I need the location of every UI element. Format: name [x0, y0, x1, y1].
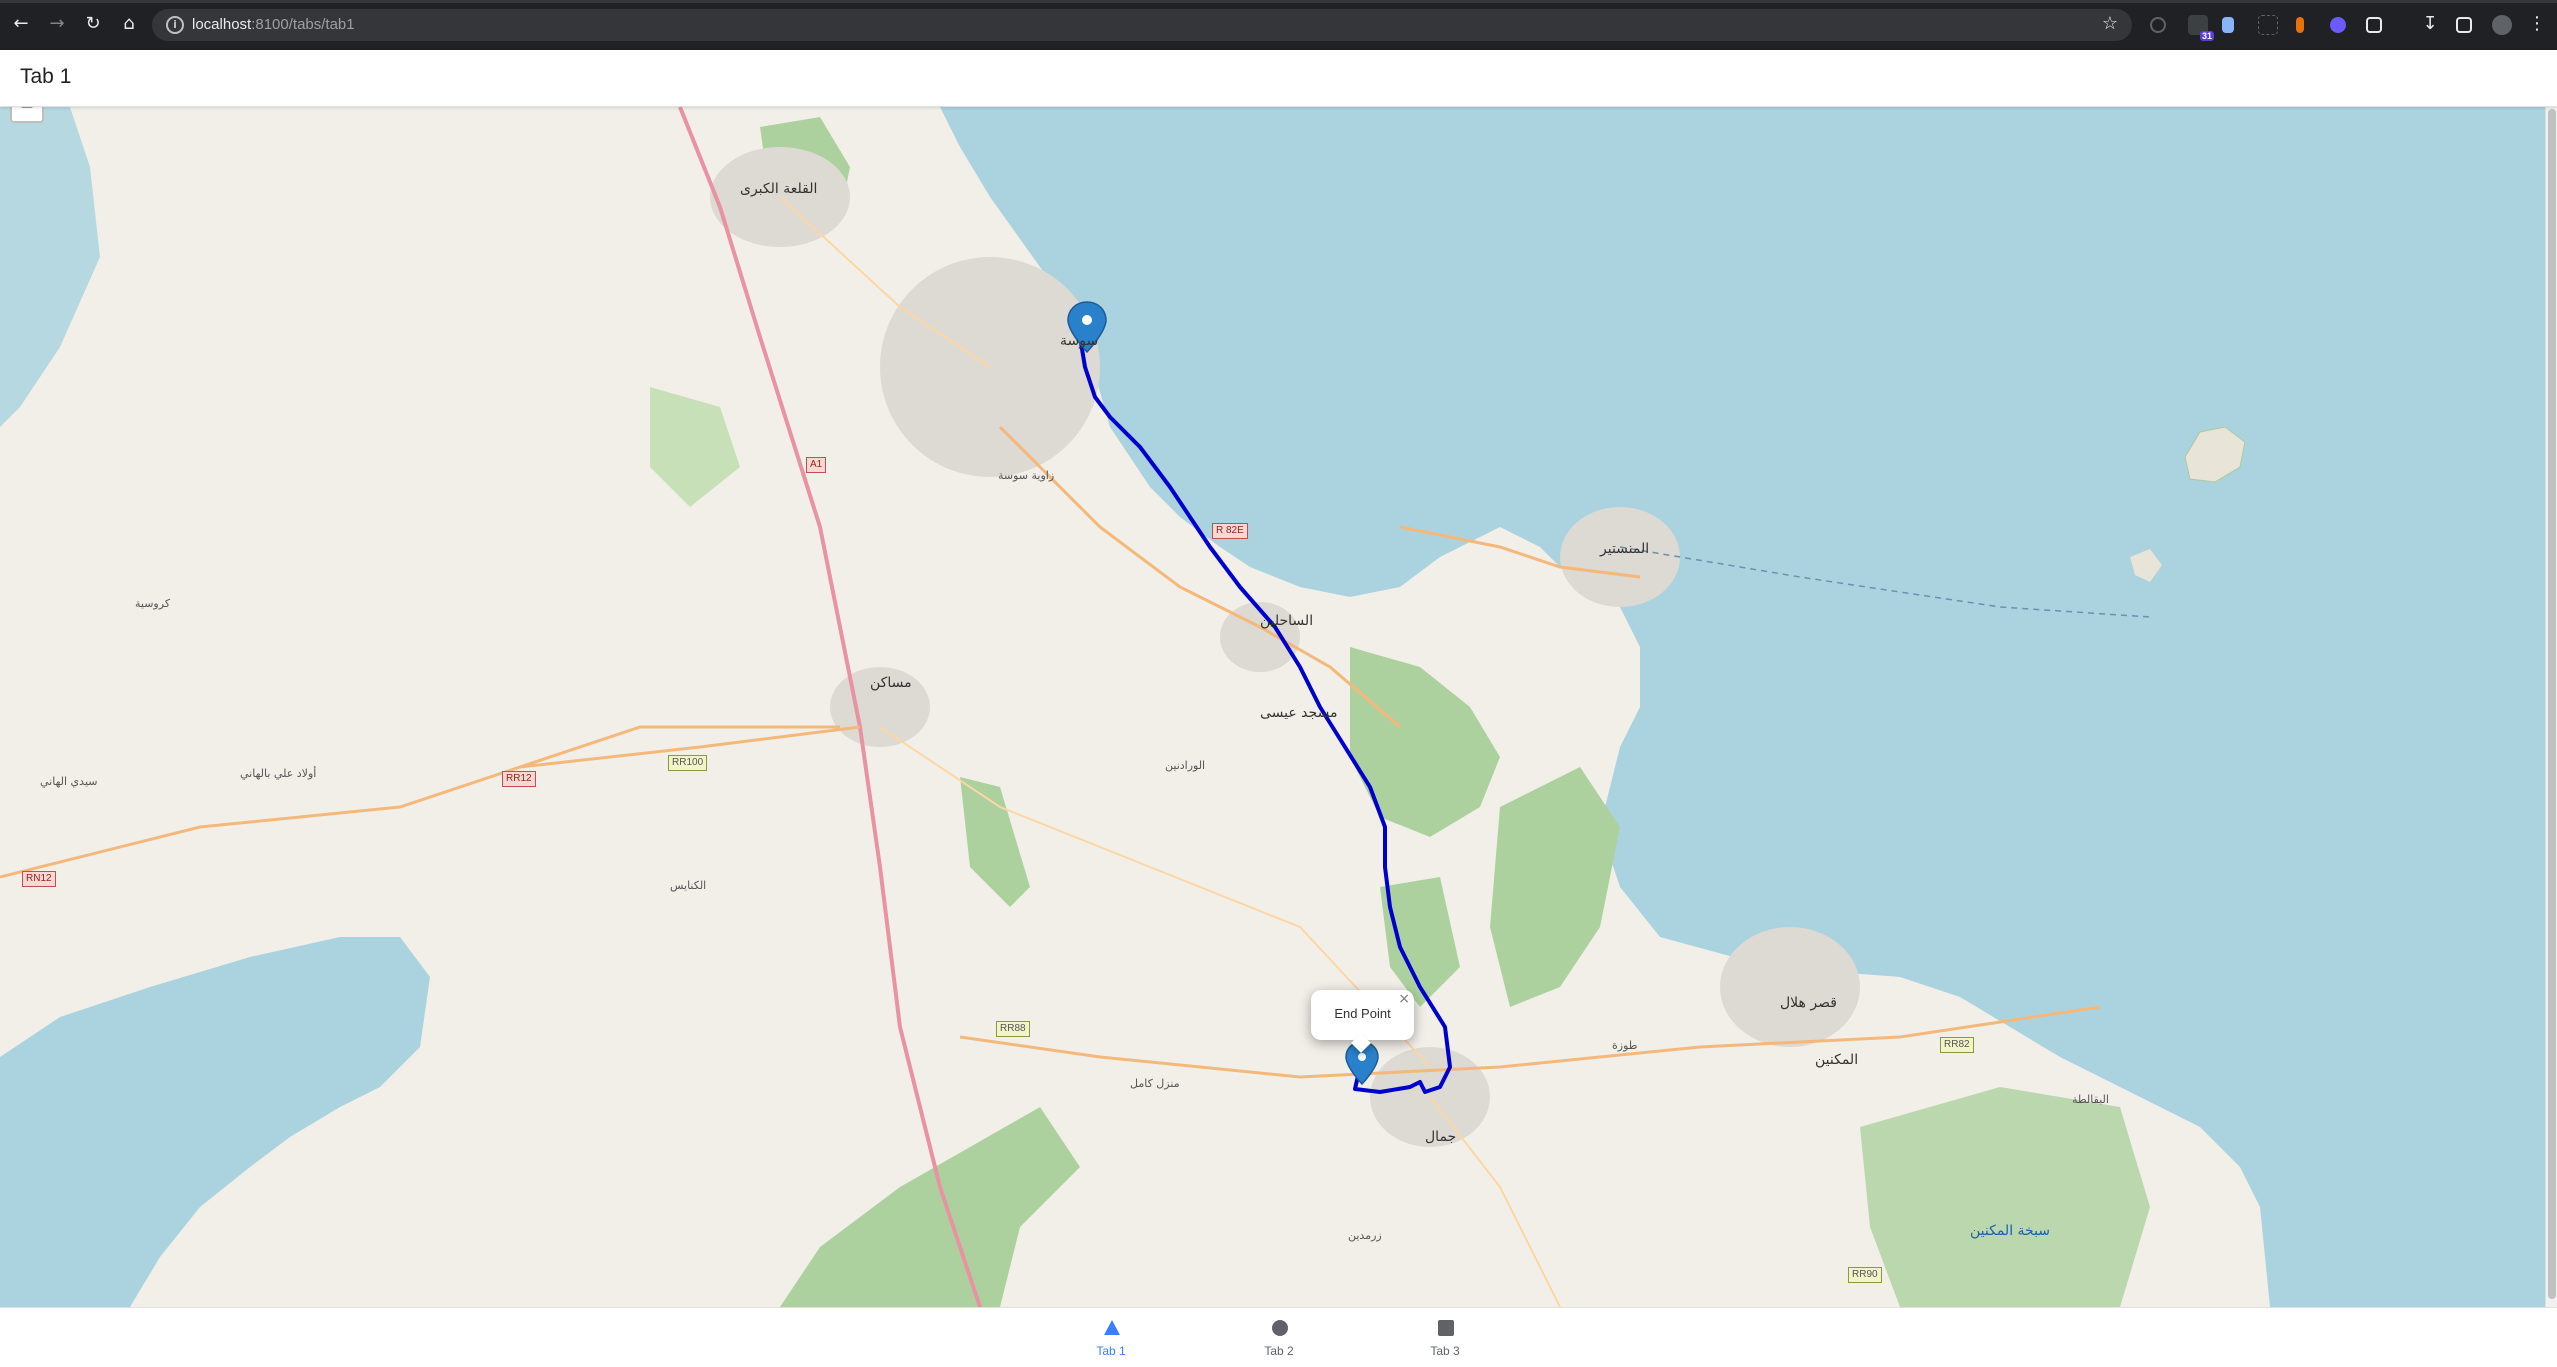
map-label: البقالطة	[2072, 1093, 2109, 1106]
forest-2	[1350, 647, 1500, 837]
map-label: قصر هلال	[1780, 995, 1837, 1011]
map-label: سبخة المكنين	[1970, 1223, 2051, 1239]
url-text[interactable]: localhost:8100/tabs/tab1	[192, 15, 355, 35]
tab-label: Tab 3	[1430, 1344, 1460, 1358]
road-shield: RR88	[996, 1021, 1030, 1037]
extensions-puzzle-icon[interactable]	[2366, 17, 2382, 33]
ellipse-icon	[1272, 1320, 1288, 1336]
map-label: الورادنين	[1165, 759, 1206, 772]
road-shield: R 82E	[1212, 523, 1248, 539]
download-icon[interactable]: ↧	[2419, 13, 2441, 35]
road-rn12	[0, 725, 840, 879]
map-label: منزل كامل	[1130, 1077, 1180, 1090]
home-icon[interactable]: ⌂	[118, 13, 140, 35]
forest-5	[960, 777, 1030, 907]
scrollbar-thumb[interactable]	[2548, 109, 2556, 1299]
road-shield: A1	[806, 457, 827, 473]
road-shield: RR82	[1940, 1037, 1974, 1053]
map-label: الكنايس	[670, 879, 707, 892]
road-shield: RR12	[502, 771, 536, 787]
forward-icon[interactable]: →	[46, 13, 68, 35]
popup-close-icon[interactable]: ×	[1398, 991, 1410, 1007]
popup-text: End Point	[1334, 1006, 1391, 1021]
site-info-icon[interactable]: i	[166, 16, 184, 34]
reload-icon[interactable]: ↻	[82, 13, 104, 35]
map-label: كروسية	[135, 597, 171, 610]
road-shield: RR90	[1848, 1267, 1882, 1283]
forest-3	[1490, 767, 1620, 1007]
road-shield: RR100	[668, 755, 708, 771]
map-label: طوزة	[1612, 1039, 1638, 1052]
zoom-out-button[interactable]: −	[10, 107, 44, 123]
map-label: المكنين	[1815, 1052, 1859, 1068]
url-host: localhost	[192, 16, 252, 33]
lagoon-north	[0, 107, 100, 427]
browser-toolbar: ← → ↻ ⌂ i localhost:8100/tabs/tab1 ☆ 31 …	[0, 0, 2557, 50]
calendar-badge: 31	[2199, 31, 2214, 41]
page-title: Tab 1	[20, 65, 72, 88]
urban-ksar-hellal	[1720, 927, 1860, 1047]
square-icon	[1438, 1320, 1454, 1336]
tab-bar: Tab 1 Tab 2 Tab 3	[0, 1307, 2557, 1366]
extension-icon[interactable]	[2150, 17, 2166, 33]
document-extension-icon[interactable]	[2222, 17, 2234, 33]
map-label: الساحلين	[1260, 613, 1314, 629]
map-label: مساكن	[870, 675, 912, 691]
url-path: :8100/tabs/tab1	[251, 16, 355, 33]
lagoon-south	[0, 937, 430, 1307]
road-shield: RN12	[22, 871, 56, 887]
address-bar[interactable]: i localhost:8100/tabs/tab1 ☆	[152, 9, 2132, 41]
tab-label: Tab 1	[1096, 1344, 1126, 1358]
app-header: Tab 1	[0, 50, 2557, 107]
park-1	[650, 387, 740, 507]
tab-2[interactable]: Tab 2	[1234, 1308, 1324, 1367]
tab-3[interactable]: Tab 3	[1400, 1308, 1490, 1367]
tab-1[interactable]: Tab 1	[1066, 1308, 1156, 1367]
sea-area	[940, 107, 2545, 1307]
scrollbar[interactable]	[2545, 107, 2557, 1307]
map-label: زاوية سوسة	[998, 469, 1055, 482]
bookmark-star-icon[interactable]: ☆	[2102, 13, 2118, 34]
map-label: سيدي الهاني	[40, 775, 98, 788]
tab-label: Tab 2	[1264, 1344, 1294, 1358]
urban-monastir	[1560, 507, 1680, 607]
forest-7	[1860, 1087, 2150, 1307]
forest-6	[780, 1107, 1080, 1307]
tab-strip-edge	[0, 0, 2557, 3]
menu-icon[interactable]: ⋮	[2526, 13, 2548, 35]
end-point-popup[interactable]: End Point ×	[1311, 990, 1414, 1053]
back-icon[interactable]: ←	[10, 13, 32, 35]
map-label: مسجد عيسى	[1260, 705, 1338, 721]
calendar-extension-icon[interactable]: 31	[2188, 15, 2214, 41]
profile-avatar[interactable]	[2492, 15, 2512, 35]
map-label: زرمدين	[1348, 1229, 1382, 1242]
map-label: أولاد علي بالهاني	[240, 767, 317, 780]
map-label: المنستير	[1600, 541, 1650, 557]
sidebar-icon[interactable]	[2456, 17, 2472, 33]
map-label: جمال	[1425, 1129, 1457, 1145]
pen-extension-icon[interactable]	[2296, 17, 2304, 33]
color-extension-icon[interactable]	[2330, 17, 2346, 33]
road-rr88	[959, 1005, 2101, 1079]
map-view[interactable]: − القلعة الكبرى المنستير الساحلين مسجد ع…	[0, 107, 2545, 1307]
screenshot-extension-icon[interactable]	[2258, 15, 2278, 35]
map-label: سوسة	[1060, 333, 1099, 349]
triangle-icon	[1104, 1320, 1120, 1335]
map-label: القلعة الكبرى	[740, 181, 818, 197]
